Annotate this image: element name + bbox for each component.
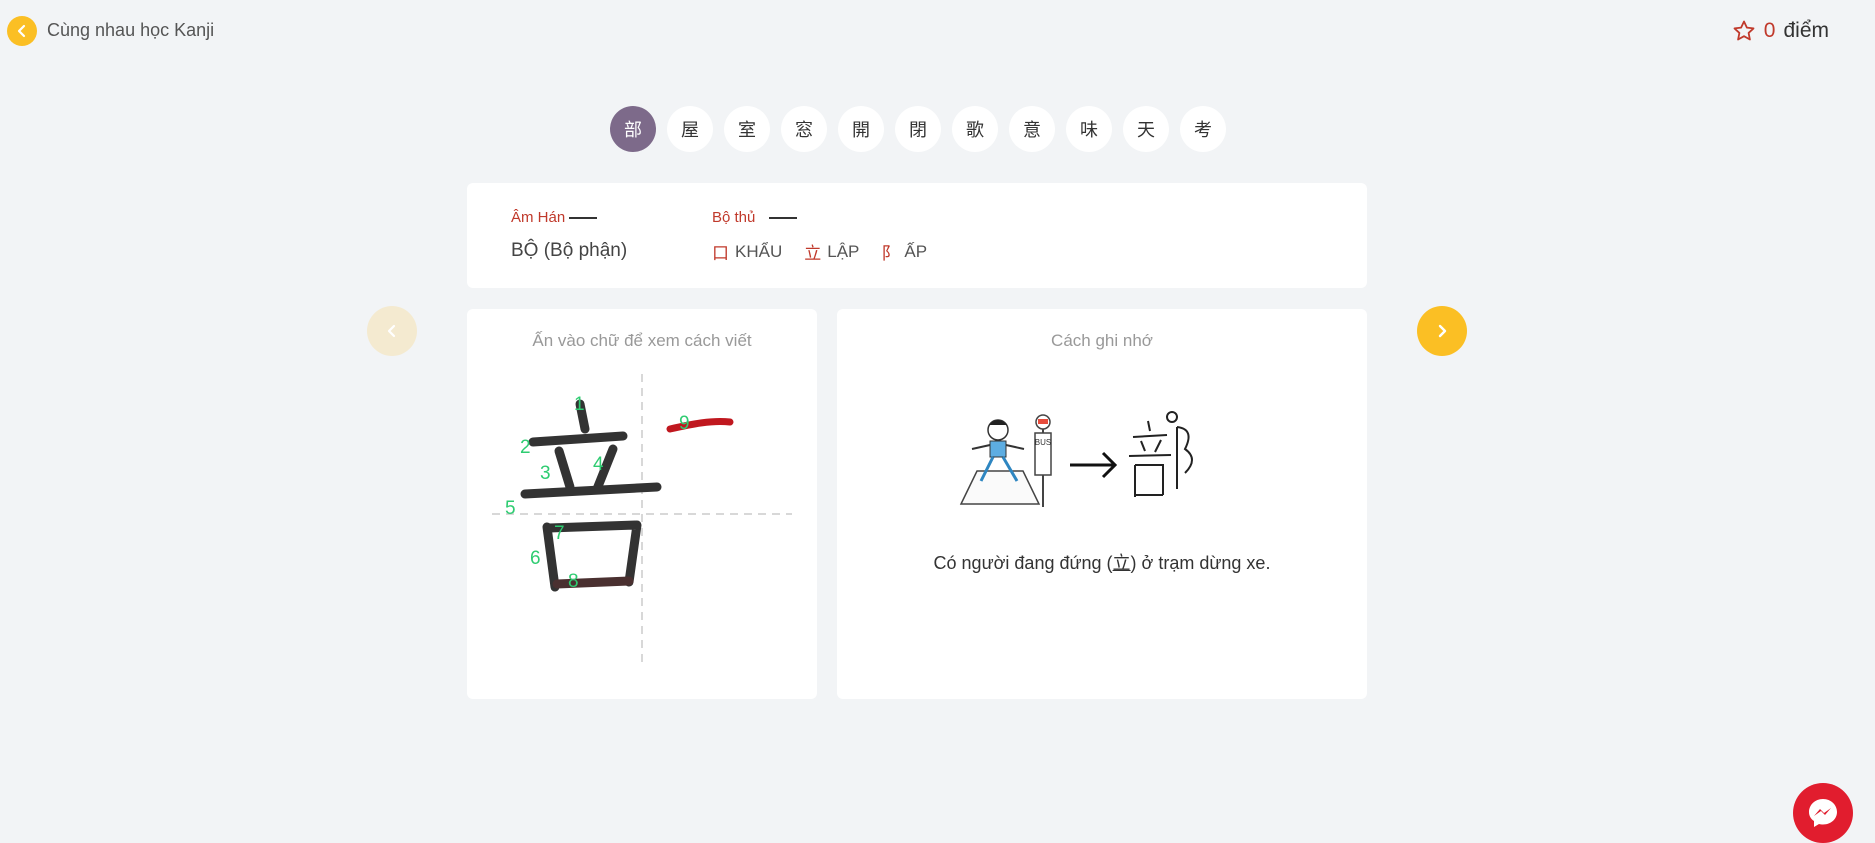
kanji-tab[interactable]: 閉 (895, 106, 941, 152)
stroke-number: 7 (554, 523, 565, 544)
stroke-number: 2 (520, 437, 531, 458)
top-bar: Cùng nhau học Kanji 0 điểm (0, 0, 1875, 62)
score-value: 0 (1763, 19, 1776, 42)
stroke-number: 8 (568, 571, 579, 592)
messenger-chat-button[interactable] (1793, 783, 1853, 843)
bo-thu-label: Bộ thủ (712, 209, 798, 226)
score-unit: điểm (1783, 19, 1829, 42)
radical-item[interactable]: 阝 ẤP (881, 239, 928, 265)
bus-sign-text: BUS (1035, 438, 1051, 447)
stroke-number: 9 (679, 413, 690, 434)
previous-button[interactable] (367, 306, 417, 356)
radical-item[interactable]: 口 KHẨU (712, 239, 783, 265)
kanji-tab[interactable]: 歌 (952, 106, 998, 152)
kanji-tab[interactable]: 屋 (667, 106, 713, 152)
radical-item[interactable]: 立 LẬP (804, 239, 860, 265)
kanji-strokes (520, 399, 662, 592)
stroke-number: 3 (540, 463, 551, 484)
app-title: Cùng nhau học Kanji (47, 20, 215, 40)
chevron-left-icon (387, 324, 396, 338)
mnemonic-text: Có người đang đứng (立) ở trạm dừng xe. (933, 553, 1271, 574)
score-display: 0 điểm (1732, 19, 1829, 43)
kanji-tab[interactable]: 考 (1180, 106, 1226, 152)
stroke-order-card: Ấn vào chữ để xem cách viết 1 2 3 4 5 6 … (467, 309, 817, 699)
next-button[interactable] (1417, 306, 1467, 356)
radical-glyph: 口 (712, 244, 729, 264)
chevron-left-icon (17, 24, 26, 38)
back-button[interactable] (7, 16, 37, 46)
kanji-tab[interactable]: 天 (1123, 106, 1169, 152)
mnemonic-illustration: BUS (959, 411, 1193, 507)
kanji-info-card: Âm Hán BỘ (Bộ phận) Bộ thủ 口 KHẨU 立 LẬP 阝Ấ… (467, 183, 1367, 288)
stroke-number: 6 (530, 548, 541, 569)
kanji-tabs: 部 屋 室 窓 開 閉 歌 意 味 天 考 (610, 106, 1226, 152)
stroke-number: 4 (593, 454, 604, 475)
radical-name: ẤP (904, 241, 928, 261)
kanji-tab[interactable]: 意 (1009, 106, 1055, 152)
stroke-number: 1 (574, 394, 585, 415)
kanji-tab[interactable]: 室 (724, 106, 770, 152)
chevron-right-icon (1438, 324, 1447, 338)
radical-glyph: 阝 (881, 244, 899, 264)
am-han-value: BỘ (Bộ phận) (511, 240, 628, 261)
stroke-number: 5 (505, 498, 516, 519)
kanji-tab[interactable]: 開 (838, 106, 884, 152)
am-han-label: Âm Hán (511, 209, 598, 226)
messenger-icon (1809, 799, 1837, 827)
star-icon (1733, 20, 1755, 41)
radical-list: 口 KHẨU 立 LẬP 阝 ẤP (712, 239, 928, 265)
stroke-order-canvas[interactable]: 1 2 3 4 5 6 7 8 9 (487, 364, 797, 674)
kanji-tab[interactable]: 味 (1066, 106, 1112, 152)
radical-name: KHẨU (735, 241, 783, 261)
radical-glyph: 立 (804, 244, 822, 264)
radical-name: LẬP (827, 241, 860, 261)
mnemonic-kanji: 立 (1112, 553, 1131, 574)
stroke-card-caption: Ấn vào chữ để xem cách viết (532, 331, 752, 350)
kanji-tab[interactable]: 窓 (781, 106, 827, 152)
mnemonic-card: Cách ghi nhớ BUS Có người đang đứng (立) … (837, 309, 1367, 699)
mnemonic-card-caption: Cách ghi nhớ (1051, 331, 1153, 350)
kanji-tab[interactable]: 部 (610, 106, 656, 152)
